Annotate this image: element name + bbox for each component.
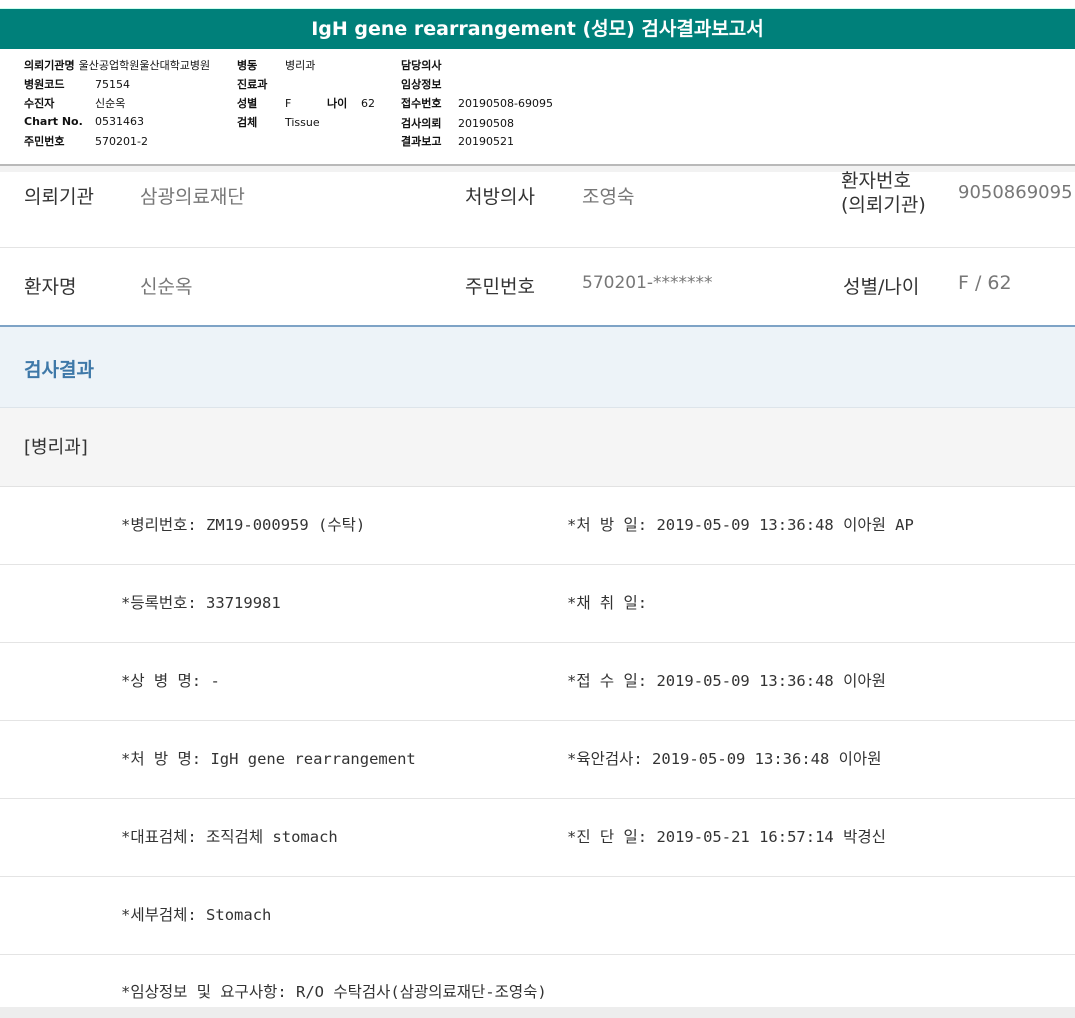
summary-report-date: 결과보고 20190521 bbox=[401, 135, 514, 148]
detail-row: *등록번호: 33719981 *채 취 일: bbox=[0, 565, 1075, 643]
summary-department: 진료과 bbox=[237, 78, 268, 91]
report-title: IgH gene rearrangement (성모) 검사결과보고서 bbox=[0, 8, 1075, 49]
representative-specimen: *대표검체: 조직검체 stomach bbox=[121, 828, 338, 846]
patient-no-label: 환자번호 (의뢰기관) bbox=[841, 170, 926, 216]
summary-specimen: 검체 Tissue bbox=[237, 116, 320, 129]
summary-clinical-info: 임상정보 bbox=[401, 78, 442, 91]
receipt-date: *접 수 일: 2019-05-09 13:36:48 이아원 bbox=[567, 672, 886, 690]
detail-row: *상 병 명: - *접 수 일: 2019-05-09 13:36:48 이아… bbox=[0, 643, 1075, 721]
detail-row: *대표검체: 조직검체 stomach *진 단 일: 2019-05-21 1… bbox=[0, 799, 1075, 877]
patient-info-row-2: 환자명 신순옥 주민번호 570201-******* 성별/나이 F / 62 bbox=[0, 248, 1075, 325]
pathology-number: *병리번호: ZM19-000959 (수탁) bbox=[121, 516, 366, 534]
department-row: [병리과] bbox=[0, 408, 1075, 487]
detail-row: *임상정보 및 요구사항: R/O 수탁검사(삼광의료재단-조영숙) bbox=[0, 955, 1075, 1007]
clinical-request: *임상정보 및 요구사항: R/O 수탁검사(삼광의료재단-조영숙) bbox=[121, 983, 547, 1001]
detail-row: *처 방 명: IgH gene rearrangement *육안검사: 20… bbox=[0, 721, 1075, 799]
summary-receipt-no: 접수번호 20190508-69095 bbox=[401, 97, 553, 110]
summary-request-date: 검사의뢰 20190508 bbox=[401, 117, 514, 130]
patient-info-row-1: 의뢰기관 삼광의료재단 처방의사 조영숙 환자번호 (의뢰기관) 9050869… bbox=[0, 170, 1075, 248]
detail-row: *병리번호: ZM19-000959 (수탁) *처 방 일: 2019-05-… bbox=[0, 487, 1075, 565]
summary-rrn: 주민번호 570201-2 bbox=[24, 135, 148, 148]
doctor-value: 조영숙 bbox=[582, 186, 635, 208]
sex-age-label: 성별/나이 bbox=[843, 276, 920, 298]
patient-name-value: 신순옥 bbox=[140, 276, 193, 298]
prescription-date: *처 방 일: 2019-05-09 13:36:48 이아원 AP bbox=[567, 516, 914, 534]
result-section-header: 검사결과 bbox=[0, 327, 1075, 408]
diagnosis-date: *진 단 일: 2019-05-21 16:57:14 박경신 bbox=[567, 828, 886, 846]
summary-ward: 병동 병리과 bbox=[237, 59, 316, 72]
summary-age: 나이 62 bbox=[327, 97, 375, 110]
summary-chart-no: Chart No. 0531463 bbox=[24, 115, 144, 128]
detailed-specimen: *세부검체: Stomach bbox=[121, 906, 272, 924]
summary-attending: 담당의사 bbox=[401, 59, 442, 72]
diagnosis-name: *상 병 명: - bbox=[121, 672, 220, 690]
collection-date: *채 취 일: bbox=[567, 594, 648, 612]
institution-label: 의뢰기관 bbox=[24, 186, 94, 208]
patient-no-value: 9050869095 bbox=[958, 182, 1073, 203]
summary-hospital-code: 병원코드 75154 bbox=[24, 78, 130, 91]
order-name: *처 방 명: IgH gene rearrangement bbox=[121, 750, 416, 768]
patient-name-label: 환자명 bbox=[24, 276, 77, 298]
summary-patient: 수진자 신순옥 bbox=[24, 97, 126, 110]
gross-exam-date: *육안검사: 2019-05-09 13:36:48 이아원 bbox=[567, 750, 882, 768]
report-summary: 의뢰기관명 울산공업학원울산대학교병원 병원코드 75154 수진자 신순옥 Char… bbox=[0, 48, 1075, 164]
sex-age-value: F / 62 bbox=[958, 272, 1012, 294]
detail-row: *세부검체: Stomach bbox=[0, 877, 1075, 955]
summary-institution: 의뢰기관명 울산공업학원울산대학교병원 bbox=[24, 59, 211, 72]
rrn-value: 570201-******* bbox=[582, 273, 713, 293]
rrn-label: 주민번호 bbox=[465, 276, 535, 298]
result-section-title: 검사결과 bbox=[24, 359, 94, 381]
institution-value: 삼광의료재단 bbox=[140, 186, 245, 208]
summary-sex: 성별 F bbox=[237, 97, 292, 110]
registration-number: *등록번호: 33719981 bbox=[121, 594, 281, 612]
bottom-scroll-area bbox=[0, 1007, 1075, 1018]
doctor-label: 처방의사 bbox=[465, 186, 535, 208]
department-label: [병리과] bbox=[24, 437, 88, 458]
